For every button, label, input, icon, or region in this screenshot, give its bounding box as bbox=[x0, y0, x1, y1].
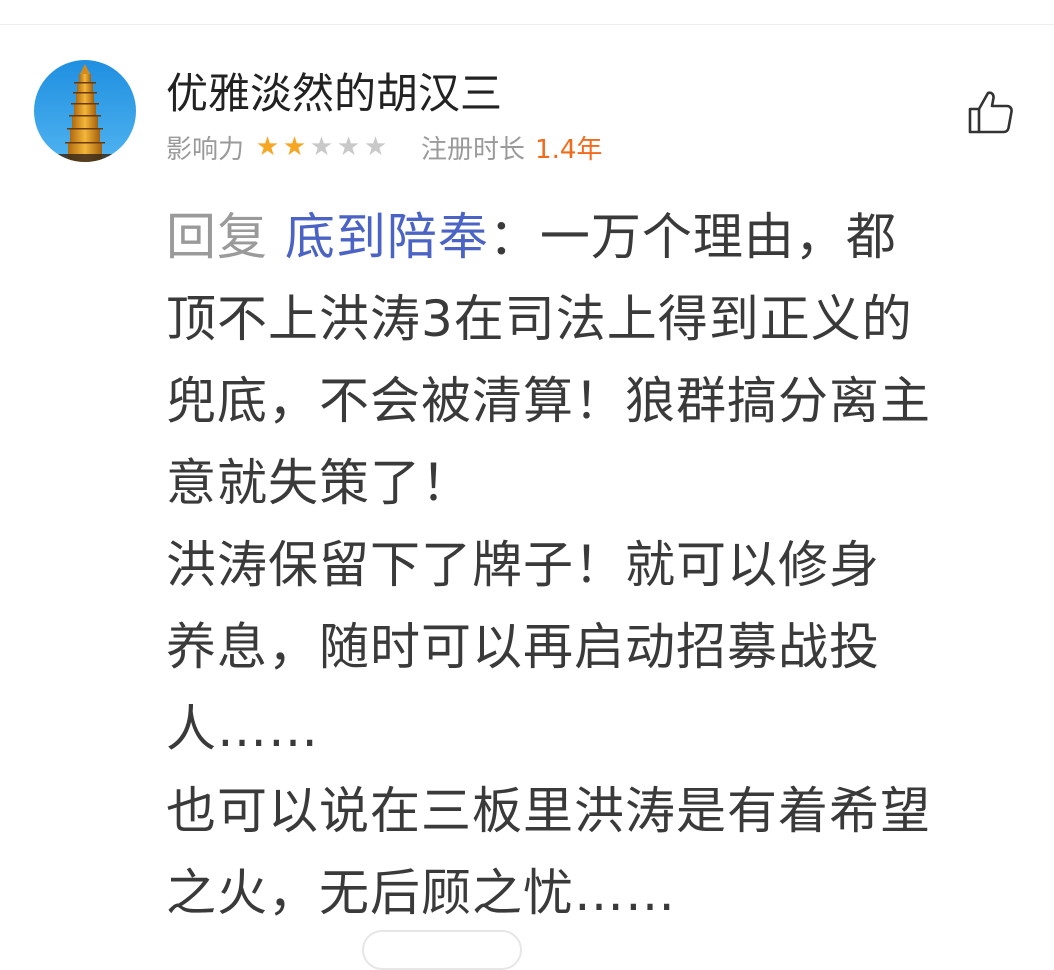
comment-line: 兜底，不会被清算！狼群搞分离主 bbox=[166, 372, 931, 430]
star-empty-icon: ★ bbox=[336, 132, 361, 162]
star-filled-icon: ★ bbox=[255, 132, 280, 162]
comment-line: 养息，随时可以再启动招募战投 bbox=[166, 618, 880, 676]
comment-line: 之火，无后顾之忧…… bbox=[166, 864, 676, 922]
star-filled-icon: ★ bbox=[282, 132, 307, 162]
comment-line: 人…… bbox=[166, 700, 319, 758]
star-empty-icon: ★ bbox=[363, 132, 388, 162]
comment-line: 意就失策了！ bbox=[166, 454, 472, 512]
user-meta-row: 影响力 ★ ★ ★ ★ ★ 注册时长 1.4年 bbox=[166, 130, 603, 165]
influence-stars: ★ ★ ★ ★ ★ bbox=[254, 130, 389, 164]
comment-first-line: 回复 底到陪奉：一万个理由，都 bbox=[166, 196, 1036, 278]
reply-prefix: 回复 bbox=[166, 208, 268, 266]
avatar[interactable] bbox=[34, 60, 136, 162]
comment-line: 洪涛保留下了牌子！就可以修身 bbox=[166, 536, 880, 594]
top-divider bbox=[0, 24, 1054, 25]
comment-body: 回复 底到陪奉：一万个理由，都 顶不上洪涛3在司法上得到正义的 兜底，不会被清算… bbox=[166, 196, 1036, 934]
influence-label: 影响力 bbox=[166, 134, 245, 165]
star-empty-icon: ★ bbox=[309, 132, 334, 162]
registration-label: 注册时长 bbox=[421, 134, 526, 165]
like-button[interactable] bbox=[964, 86, 1016, 138]
comment-line: 也可以说在三板里洪涛是有着希望 bbox=[166, 782, 931, 840]
thumbs-up-icon bbox=[968, 91, 1013, 134]
comment-line: 顶不上洪涛3在司法上得到正义的 bbox=[166, 290, 913, 348]
pagoda-avatar-image bbox=[34, 60, 136, 162]
expand-pill[interactable] bbox=[362, 930, 522, 970]
username[interactable]: 优雅淡然的胡汉三 bbox=[166, 66, 502, 122]
registration-value: 1.4年 bbox=[535, 134, 603, 165]
reply-target-user[interactable]: 底到陪奉 bbox=[285, 208, 489, 266]
comment-line: ：一万个理由，都 bbox=[488, 208, 897, 266]
